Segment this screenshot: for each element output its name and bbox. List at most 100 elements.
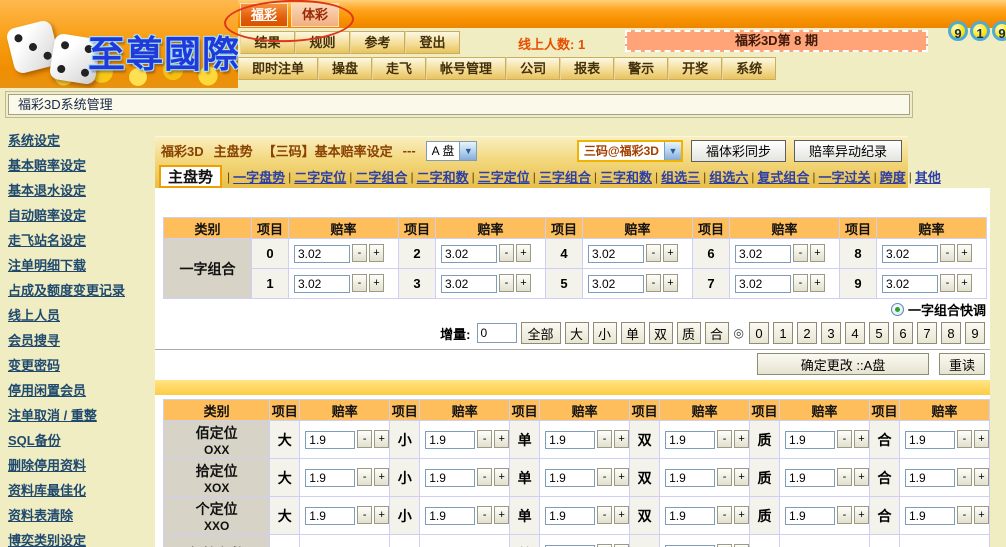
odds-minus-button[interactable]: - — [477, 468, 492, 486]
digit-5-button[interactable]: 5 — [869, 322, 889, 344]
odds-plus-button[interactable]: + — [974, 430, 989, 448]
odds-plus-button[interactable]: + — [734, 430, 749, 448]
digit-3-button[interactable]: 3 — [821, 322, 841, 344]
odds-plus-button[interactable]: + — [854, 430, 869, 448]
filter-even-button[interactable]: 双 — [649, 322, 673, 344]
odds-minus-button[interactable]: - — [957, 430, 972, 448]
odds-minus-button[interactable]: - — [957, 506, 972, 524]
odds-input[interactable] — [588, 275, 644, 293]
odds-minus-button[interactable]: - — [646, 274, 661, 292]
odds-input[interactable] — [905, 431, 955, 449]
menu-results-button[interactable]: 结果 — [240, 31, 295, 54]
sidebar-item-sql-backup[interactable]: SQL备份 — [8, 434, 61, 448]
odds-minus-button[interactable]: - — [357, 468, 372, 486]
tab-three-digit-combo[interactable]: 三字组合 — [539, 167, 591, 186]
menu-alerts-button[interactable]: 警示 — [614, 57, 668, 80]
tab-main-board[interactable]: 主盘势 — [159, 165, 222, 188]
tab-three-digit-position[interactable]: 三字定位 — [478, 167, 530, 186]
tab-two-digit-sum[interactable]: 二字和数 — [417, 167, 469, 186]
odds-minus-button[interactable]: - — [717, 430, 732, 448]
plate-select[interactable]: A 盘 ▼ — [426, 141, 478, 161]
tab-other[interactable]: 其他 — [915, 167, 941, 186]
menu-zoufei-button[interactable]: 走飞 — [372, 57, 426, 80]
sidebar-item-quota-log[interactable]: 占成及额度变更记录 — [8, 284, 125, 298]
odds-minus-button[interactable]: - — [793, 244, 808, 262]
odds-minus-button[interactable]: - — [940, 244, 955, 262]
odds-plus-button[interactable]: + — [810, 274, 825, 292]
odds-minus-button[interactable]: - — [837, 506, 852, 524]
odds-minus-button[interactable]: - — [357, 506, 372, 524]
digit-1-button[interactable]: 1 — [773, 322, 793, 344]
odds-plus-button[interactable]: + — [516, 244, 531, 262]
odds-input[interactable] — [735, 275, 791, 293]
sidebar-item-member-search[interactable]: 会员搜寻 — [8, 334, 60, 348]
tab-three-digit-sum[interactable]: 三字和数 — [600, 167, 652, 186]
odds-input[interactable] — [294, 275, 350, 293]
menu-trading-button[interactable]: 操盘 — [318, 57, 372, 80]
filter-big-button[interactable]: 大 — [565, 322, 589, 344]
filter-small-button[interactable]: 小 — [593, 322, 617, 344]
odds-plus-button[interactable]: + — [369, 244, 384, 262]
increment-input[interactable] — [477, 323, 517, 343]
odds-input[interactable] — [441, 275, 497, 293]
sidebar-item-zoufei-station[interactable]: 走飞站名设定 — [8, 234, 86, 248]
odds-input[interactable] — [425, 507, 475, 525]
odds-minus-button[interactable]: - — [499, 244, 514, 262]
quick-adjust-radio[interactable] — [891, 303, 904, 316]
odds-plus-button[interactable]: + — [516, 274, 531, 292]
odds-input[interactable] — [294, 245, 350, 263]
odds-minus-button[interactable]: - — [477, 506, 492, 524]
odds-plus-button[interactable]: + — [854, 468, 869, 486]
digit-6-button[interactable]: 6 — [893, 322, 913, 344]
odds-minus-button[interactable]: - — [717, 506, 732, 524]
digit-8-button[interactable]: 8 — [941, 322, 961, 344]
odds-input[interactable] — [588, 245, 644, 263]
odds-plus-button[interactable]: + — [734, 468, 749, 486]
tab-ticai[interactable]: 体彩 — [291, 3, 339, 27]
odds-minus-button[interactable]: - — [499, 274, 514, 292]
tab-compound-combo[interactable]: 复式组合 — [757, 167, 809, 186]
odds-plus-button[interactable]: + — [614, 430, 629, 448]
confirm-change-button[interactable]: 确定更改 ::A盘 — [757, 353, 929, 375]
filter-prime-button[interactable]: 质 — [677, 322, 701, 344]
odds-minus-button[interactable]: - — [597, 430, 612, 448]
sidebar-item-auto-odds[interactable]: 自动赔率设定 — [8, 209, 86, 223]
odds-plus-button[interactable]: + — [374, 430, 389, 448]
odds-plus-button[interactable]: + — [494, 430, 509, 448]
menu-draw-button[interactable]: 开奖 — [668, 57, 722, 80]
odds-input[interactable] — [305, 507, 355, 525]
menu-reference-button[interactable]: 参考 — [350, 31, 405, 54]
filter-all-button[interactable]: 全部 — [521, 322, 561, 344]
odds-input[interactable] — [441, 245, 497, 263]
odds-input[interactable] — [305, 469, 355, 487]
odds-input[interactable] — [735, 245, 791, 263]
sidebar-item-base-odds[interactable]: 基本赔率设定 — [8, 159, 86, 173]
game-select[interactable]: 三码@福彩3D ▼ — [577, 140, 683, 162]
menu-rules-button[interactable]: 规则 — [295, 31, 350, 54]
tab-fucai[interactable]: 福彩 — [240, 3, 288, 27]
odds-input[interactable] — [785, 469, 835, 487]
odds-minus-button[interactable]: - — [957, 468, 972, 486]
sync-button[interactable]: 福体彩同步 — [691, 140, 786, 162]
odds-plus-button[interactable]: + — [614, 506, 629, 524]
odds-plus-button[interactable]: + — [663, 274, 678, 292]
filter-composite-button[interactable]: 合 — [705, 322, 729, 344]
odds-minus-button[interactable]: - — [597, 506, 612, 524]
odds-input[interactable] — [545, 431, 595, 449]
odds-plus-button[interactable]: + — [614, 468, 629, 486]
odds-input[interactable] — [785, 507, 835, 525]
sidebar-item-game-category[interactable]: 博奕类别设定 — [8, 534, 86, 547]
tab-span[interactable]: 跨度 — [880, 167, 906, 186]
odds-change-log-button[interactable]: 赔率异动纪录 — [794, 140, 902, 162]
odds-input[interactable] — [882, 245, 938, 263]
odds-plus-button[interactable]: + — [374, 506, 389, 524]
tab-one-digit-board[interactable]: 一字盘势 — [233, 167, 285, 186]
digit-0-button[interactable]: 0 — [749, 322, 769, 344]
digit-9-button[interactable]: 9 — [965, 322, 985, 344]
odds-input[interactable] — [545, 469, 595, 487]
odds-plus-button[interactable]: + — [663, 244, 678, 262]
sidebar-item-bet-download[interactable]: 注单明细下载 — [8, 259, 86, 273]
tab-group-three[interactable]: 组选三 — [661, 167, 700, 186]
odds-minus-button[interactable]: - — [352, 244, 367, 262]
odds-plus-button[interactable]: + — [974, 506, 989, 524]
